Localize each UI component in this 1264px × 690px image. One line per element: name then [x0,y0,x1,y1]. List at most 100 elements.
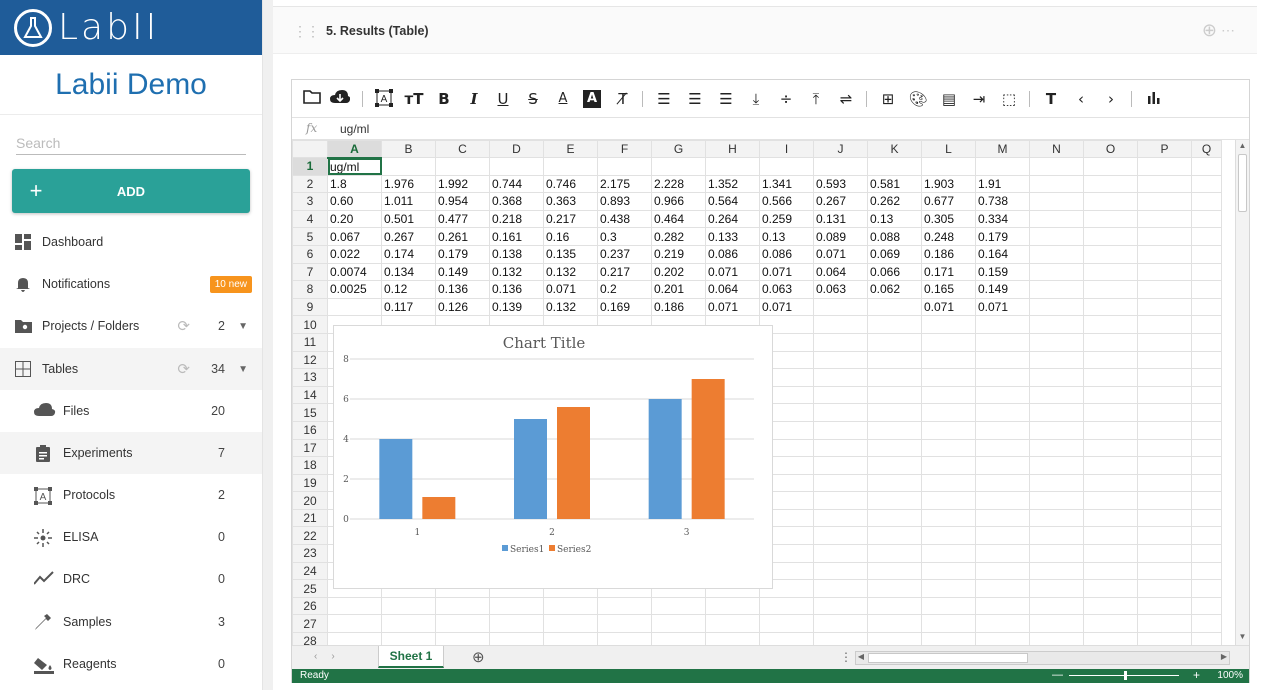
cell[interactable] [976,615,1030,633]
cell[interactable] [1138,421,1192,439]
cell[interactable] [814,545,868,563]
cell[interactable] [1030,210,1084,228]
cell[interactable]: 0.139 [490,298,544,316]
cell[interactable] [436,597,490,615]
cell[interactable] [1138,333,1192,351]
cell[interactable]: 0.149 [436,263,490,281]
cell[interactable]: 0.071 [922,298,976,316]
cell[interactable] [922,527,976,545]
cell[interactable] [868,298,922,316]
cell[interactable] [1030,615,1084,633]
cell[interactable]: 0.464 [652,210,706,228]
cell[interactable]: 0.126 [436,298,490,316]
cell[interactable] [706,615,760,633]
row-header[interactable]: 1 [293,158,328,176]
cell[interactable]: 0.564 [706,193,760,211]
cell[interactable]: 0.174 [382,245,436,263]
cell[interactable] [1084,580,1138,598]
row-header[interactable]: 19 [293,474,328,492]
cell[interactable] [1084,193,1138,211]
cell[interactable] [922,439,976,457]
cell[interactable]: 0.138 [490,245,544,263]
cell[interactable] [976,597,1030,615]
cell[interactable] [922,369,976,387]
row-header[interactable]: 17 [293,439,328,457]
cell[interactable]: 0.305 [922,210,976,228]
cell[interactable] [1084,316,1138,334]
cell[interactable]: 0.071 [814,245,868,263]
row-header[interactable]: 27 [293,615,328,633]
column-header[interactable]: M [976,141,1030,158]
cell[interactable]: 0.501 [382,210,436,228]
cell[interactable] [1192,492,1222,510]
cell[interactable] [328,615,382,633]
cell[interactable] [868,369,922,387]
column-header[interactable]: A [328,141,382,158]
zoom-slider-handle[interactable] [1124,671,1127,680]
cell[interactable] [1192,228,1222,246]
cell[interactable] [1030,281,1084,299]
cell[interactable] [1030,263,1084,281]
cell[interactable] [1192,316,1222,334]
cell[interactable] [814,333,868,351]
cell[interactable] [868,509,922,527]
cell[interactable]: 0.062 [868,281,922,299]
cell[interactable] [1192,562,1222,580]
cell[interactable]: 0.3 [598,228,652,246]
row-header[interactable]: 3 [293,193,328,211]
cell[interactable] [814,509,868,527]
cell[interactable] [814,527,868,545]
horizontal-scrollbar[interactable]: ◀ ▶ [855,651,1230,665]
tab-splitter-icon[interactable]: ⋮ [840,650,852,664]
sidebar-item-tables[interactable]: Tables ⟳ 34 ▼ [0,348,262,390]
cell[interactable] [868,580,922,598]
cell[interactable]: 0.477 [436,210,490,228]
text-box-icon[interactable]: A [374,89,394,109]
scroll-right-icon[interactable]: ▶ [1219,652,1229,661]
chevron-down-icon[interactable]: ▼ [238,364,248,375]
cell[interactable] [1084,615,1138,633]
cell[interactable] [922,580,976,598]
sidebar-item-dashboard[interactable]: Dashboard [0,221,262,263]
cell[interactable]: 0.159 [976,263,1030,281]
cell[interactable]: 0.363 [544,193,598,211]
cell[interactable] [1030,509,1084,527]
align-right-icon[interactable]: ☰ [716,89,736,109]
cell[interactable] [868,404,922,422]
cell[interactable]: 0.136 [490,281,544,299]
cell[interactable]: 0.179 [436,245,490,263]
cell[interactable] [1030,439,1084,457]
cell[interactable] [652,615,706,633]
cell[interactable] [760,158,814,176]
sidebar-item-projects[interactable]: Projects / Folders ⟳ 2 ▼ [0,305,262,347]
search-input[interactable]: Search [16,123,246,155]
row-header[interactable]: 20 [293,492,328,510]
cell[interactable] [976,492,1030,510]
cell[interactable] [1138,509,1192,527]
cell[interactable]: 0.179 [976,228,1030,246]
cell[interactable]: 0.135 [544,245,598,263]
cell[interactable]: 0.165 [922,281,976,299]
cell[interactable] [1138,386,1192,404]
merge-cells-icon[interactable]: ⇥ [969,89,989,109]
cell[interactable]: 0.164 [976,245,1030,263]
cell[interactable] [922,545,976,563]
cell[interactable]: 1.903 [922,175,976,193]
add-button[interactable]: + ADD [12,169,250,213]
cell[interactable] [814,351,868,369]
cell[interactable] [1138,527,1192,545]
cell[interactable] [922,562,976,580]
cell[interactable]: 0.237 [598,245,652,263]
cell[interactable] [1030,369,1084,387]
cell[interactable] [652,158,706,176]
cell[interactable] [436,633,490,645]
cell[interactable] [1030,474,1084,492]
cell[interactable] [652,633,706,645]
cell[interactable] [1084,210,1138,228]
cell[interactable] [976,562,1030,580]
cell[interactable] [544,615,598,633]
cell[interactable]: 0.264 [706,210,760,228]
cell[interactable] [922,492,976,510]
cell[interactable] [1084,457,1138,475]
row-header[interactable]: 2 [293,175,328,193]
